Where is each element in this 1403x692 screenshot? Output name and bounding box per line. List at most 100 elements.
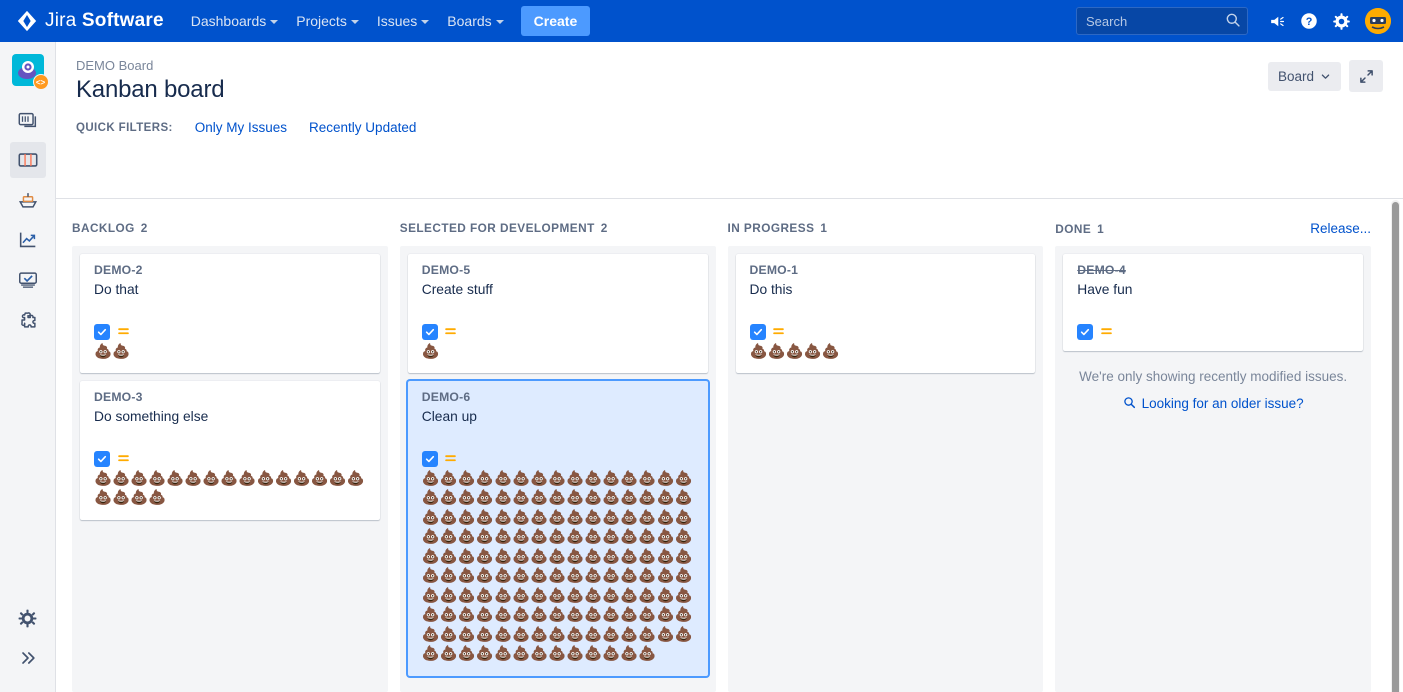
column-count: 1 <box>820 221 827 235</box>
priority-medium-icon <box>444 325 458 339</box>
sidebar-item-reports[interactable] <box>10 222 46 258</box>
board-columns-icon <box>18 153 37 167</box>
svg-text:?: ? <box>1306 16 1313 28</box>
issue-emoji-labels: 💩💩💩💩💩 <box>749 343 840 360</box>
sidebar-item-backlog[interactable] <box>10 102 46 138</box>
task-checkbox-icon <box>421 450 438 467</box>
issue-summary: Do this <box>749 282 793 297</box>
chevron-down-icon <box>495 20 504 24</box>
priority-medium-icon <box>1099 325 1113 339</box>
board-column-backlog[interactable]: DEMO-2 Do that 💩💩 DEMO-3 Do something else 💩💩… <box>72 246 388 692</box>
issue-card[interactable]: DEMO-4 Have fun <box>1063 254 1363 351</box>
header-actions: Board <box>1267 60 1383 92</box>
column-headers-row: BACKLOG 2 SELECTED FOR DEVELOPMENT 2 IN PROG… <box>72 199 1371 246</box>
issue-meta-row <box>94 450 369 467</box>
column-header-selected-for-development: SELECTED FOR DEVELOPMENT 2 <box>400 221 716 236</box>
priority-medium-icon <box>444 452 458 466</box>
sidebar-item-board[interactable] <box>9 142 46 178</box>
backlog-icon <box>18 112 36 128</box>
nav-boards[interactable]: Boards <box>438 6 512 36</box>
issue-key[interactable]: DEMO-5 <box>422 263 697 277</box>
help-button[interactable]: ? <box>1294 6 1324 36</box>
create-button[interactable]: Create <box>520 6 591 36</box>
issue-key[interactable]: DEMO-1 <box>750 263 1025 277</box>
issue-emoji-labels: 💩💩💩💩💩💩💩💩💩💩💩💩💩💩💩💩💩💩💩 <box>94 470 365 507</box>
column-header-in-progress: IN PROGRESS 1 <box>728 221 1044 236</box>
column-name: IN PROGRESS <box>727 221 815 235</box>
issue-meta-row <box>421 450 697 467</box>
quick-filter-only-my-issues[interactable]: Only My Issues <box>195 120 287 135</box>
task-checkbox-icon <box>421 323 438 340</box>
older-issue-link-label: Looking for an older issue? <box>1141 396 1304 412</box>
main-content: DEMO Board Kanban board QUICK FILTERS: O… <box>56 42 1403 692</box>
nav-projects-label: Projects <box>296 13 347 29</box>
quick-filter-recently-updated[interactable]: Recently Updated <box>309 120 416 135</box>
jira-brand-logo[interactable]: Jira Software <box>16 10 164 32</box>
settings-button[interactable] <box>1326 6 1356 36</box>
chevron-down-icon <box>350 20 359 24</box>
issue-card[interactable]: DEMO-6 Clean up 💩💩💩💩💩💩💩💩💩💩💩💩💩💩💩💩💩💩💩💩💩💩💩💩💩💩… <box>407 381 708 676</box>
issue-key[interactable]: DEMO-2 <box>94 263 369 277</box>
issue-card[interactable]: DEMO-3 Do something else 💩💩💩💩💩💩💩💩💩💩💩💩💩💩💩💩💩… <box>80 381 380 520</box>
user-avatar[interactable] <box>1365 8 1391 34</box>
avatar-face-icon <box>1365 8 1391 34</box>
double-chevron-right-icon <box>21 652 35 664</box>
nav-dashboards-label: Dashboards <box>190 13 267 29</box>
announcements-button[interactable] <box>1262 6 1292 36</box>
board-vertical-scrollbar[interactable] <box>1391 200 1400 692</box>
nav-dashboards[interactable]: Dashboards <box>182 6 288 36</box>
search-icon <box>1226 13 1240 27</box>
left-sidebar: <> <box>0 42 56 692</box>
issue-card[interactable]: DEMO-1 Do this 💩💩💩💩💩 <box>735 254 1036 374</box>
scrollbar-thumb[interactable] <box>1392 202 1399 692</box>
search-input[interactable] <box>1076 7 1248 35</box>
sidebar-bottom-group <box>10 600 46 692</box>
column-count: 2 <box>140 221 148 235</box>
chevron-down-icon <box>1321 73 1330 79</box>
issue-key[interactable]: DEMO-6 <box>422 390 697 404</box>
task-checkbox-icon <box>94 323 110 340</box>
recently-modified-note: We're only showing recently modified iss… <box>1079 368 1348 384</box>
settings-gear-icon <box>1332 12 1350 30</box>
sidebar-expand-button[interactable] <box>10 640 46 676</box>
column-name: SELECTED FOR DEVELOPMENT <box>399 221 595 235</box>
column-header-done: DONE 1 Release... <box>1055 221 1371 236</box>
top-nav-right-group: ? <box>1076 6 1391 36</box>
issue-card[interactable]: DEMO-5 Create stuff 💩 <box>407 254 708 374</box>
sidebar-item-project-settings[interactable] <box>10 600 46 636</box>
priority-medium-icon <box>772 325 786 339</box>
sidebar-item-releases[interactable] <box>10 182 46 218</box>
chart-icon <box>19 232 35 248</box>
board-area: BACKLOG 2 SELECTED FOR DEVELOPMENT 2 IN PROG… <box>56 198 1403 692</box>
breadcrumb[interactable]: DEMO Board <box>76 58 1383 73</box>
issue-meta-row <box>749 323 1025 340</box>
board-column-done[interactable]: DEMO-4 Have fun We're only showing recentl… <box>1055 246 1371 692</box>
task-checkbox-icon <box>94 450 110 467</box>
issue-summary: Clean up <box>421 409 477 425</box>
sidebar-item-addons[interactable] <box>10 302 46 338</box>
board-column-selected-for-development[interactable]: DEMO-5 Create stuff 💩 DEMO-6 Clean up 💩💩💩💩💩💩💩… <box>399 246 716 692</box>
release-link[interactable]: Release... <box>1310 221 1371 236</box>
priority-medium-icon <box>116 325 130 339</box>
ship-icon <box>18 193 37 208</box>
megaphone-icon <box>1270 16 1284 26</box>
fullscreen-button[interactable] <box>1349 60 1383 92</box>
issue-key[interactable]: DEMO-3 <box>94 390 369 404</box>
board-dropdown-button[interactable]: Board <box>1267 61 1341 91</box>
sidebar-item-issues[interactable] <box>10 262 46 298</box>
jira-diamond-icon <box>17 10 37 32</box>
older-issue-link[interactable]: Looking for an older issue? <box>1063 396 1363 412</box>
issue-card[interactable]: DEMO-2 Do that 💩💩 <box>80 254 380 374</box>
expand-arrows-icon <box>1359 69 1373 83</box>
issue-emoji-labels: 💩💩 <box>94 343 131 360</box>
nav-issues[interactable]: Issues <box>368 6 438 36</box>
board-columns: DEMO-2 Do that 💩💩 DEMO-3 Do something else 💩💩… <box>72 246 1371 692</box>
priority-medium-icon <box>116 452 130 466</box>
board-column-in-progress[interactable]: DEMO-1 Do this 💩💩💩💩💩 <box>727 246 1044 692</box>
chevron-down-icon <box>270 20 279 24</box>
issue-key[interactable]: DEMO-4 <box>1077 263 1352 277</box>
column-count: 2 <box>600 221 608 235</box>
search-box[interactable] <box>1076 7 1248 35</box>
project-avatar[interactable]: <> <box>11 54 49 90</box>
nav-projects[interactable]: Projects <box>287 6 368 36</box>
